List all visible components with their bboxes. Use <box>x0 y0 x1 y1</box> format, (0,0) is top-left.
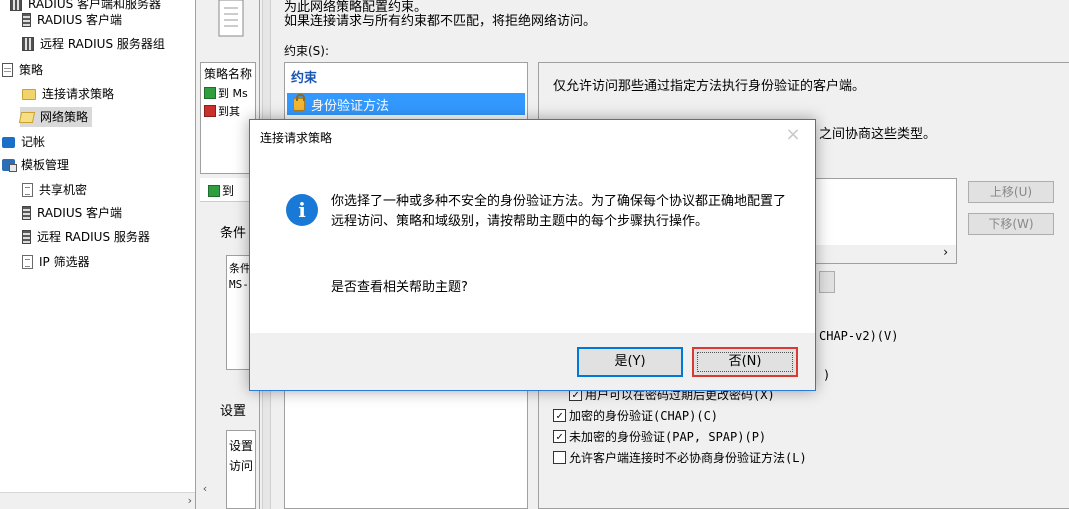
page-description-2: 如果连接请求与所有约束都不匹配，将拒绝网络访问。 <box>284 14 597 29</box>
tree-item-connection-request-policies[interactable]: 连接请求策略 <box>22 84 114 104</box>
no-button[interactable]: 否(N) <box>692 347 798 377</box>
checkbox-label: 加密的身份验证(CHAP)(C) <box>569 409 719 423</box>
chap-v2-fragment: CHAP-v2)(V) <box>819 329 899 343</box>
deny-icon <box>204 105 216 117</box>
checkbox-label: 未加密的身份验证(PAP, SPAP)(P) <box>569 430 767 444</box>
checkbox-label: 允许客户端连接时不必协商身份验证方法(L) <box>569 451 807 465</box>
constraints-label: 约束(S): <box>284 44 330 58</box>
folder-icon <box>22 88 36 100</box>
settings-header: 设置 <box>229 439 254 453</box>
settings-section-label: 设置 <box>220 404 247 419</box>
info-icon: i <box>286 194 318 226</box>
warning-dialog: 连接请求策略 × i 你选择了一种或多种不安全的身份验证方法。为了确保每个协议都… <box>249 119 816 391</box>
detail-description-2: 之间协商这些类型。 <box>819 127 937 142</box>
tree-item-template-remote-radius[interactable]: 远程 RADIUS 服务器 <box>22 227 150 247</box>
dialog-question: 是否查看相关帮助主题? <box>331 280 468 295</box>
tree-item-radius-clients[interactable]: RADIUS 客户端 <box>22 10 122 30</box>
tree-item-label: 记帐 <box>21 135 46 149</box>
tree-item-label: IP 筛选器 <box>39 255 90 269</box>
server-icon <box>22 206 31 220</box>
detail-description: 仅允许访问那些通过指定方法执行身份验证的客户端。 <box>553 79 866 94</box>
close-icon[interactable]: × <box>783 124 803 145</box>
tree-item-label: 远程 RADIUS 服务器 <box>37 230 150 244</box>
dialog-title: 连接请求策略 <box>260 131 333 145</box>
eap-action-button[interactable] <box>819 271 835 293</box>
pap-checkbox[interactable]: ✓ 未加密的身份验证(PAP, SPAP)(P) <box>553 428 766 445</box>
server-icon <box>22 13 31 27</box>
paren-fragment: ) <box>823 368 831 382</box>
checkbox-unchecked[interactable] <box>553 451 566 464</box>
tree-item-label: 连接请求策略 <box>42 87 115 101</box>
checkbox-checked[interactable]: ✓ <box>553 430 566 443</box>
conditions-section-label: 条件 <box>220 226 247 241</box>
policy-detail-title-label: 到 <box>222 184 235 198</box>
grant-icon <box>208 184 220 197</box>
settings-box: 设置 访问 <box>226 430 256 509</box>
tree-item-label: RADIUS 客户端 <box>37 13 123 27</box>
server-icon <box>22 230 31 244</box>
tree-item-template-management[interactable]: 模板管理 <box>2 155 69 175</box>
policy-list-header[interactable]: 策略名称 <box>204 65 252 82</box>
doc-icon <box>22 183 33 197</box>
policy-row-label: 到 Ms <box>218 87 248 100</box>
constraint-item-auth-methods[interactable]: 身份验证方法 <box>287 93 525 115</box>
policy-row[interactable]: 到其 <box>204 103 240 119</box>
policy-detail-title: 到 <box>200 178 256 202</box>
chevron-left-icon[interactable]: ‹ <box>196 480 214 497</box>
tree-item-label: 策略 <box>19 63 44 77</box>
server-group-icon <box>22 37 34 51</box>
properties-doc-icon <box>218 0 244 37</box>
tree-item-label: RADIUS 客户端 <box>37 206 123 220</box>
chap-checkbox[interactable]: ✓ 加密的身份验证(CHAP)(C) <box>553 407 718 424</box>
move-down-button[interactable]: 下移(W) <box>968 213 1054 235</box>
dialog-message: 你选择了一种或多种不安全的身份验证方法。为了确保每个协议都正确地配置了远程访问、… <box>331 194 787 229</box>
tree-item-label: 共享机密 <box>39 183 88 197</box>
template-icon <box>2 159 17 172</box>
folder-open-icon <box>18 111 36 123</box>
checkbox-checked[interactable]: ✓ <box>553 409 566 422</box>
tree-item-network-policies[interactable]: 网络策略 <box>18 107 93 127</box>
tree-item-policies[interactable]: 策略 <box>2 60 43 80</box>
tree-item-accounting[interactable]: 记帐 <box>2 132 45 152</box>
tree-item-remote-radius-groups[interactable]: 远程 RADIUS 服务器组 <box>22 34 165 54</box>
tree-item-shared-secrets[interactable]: 共享机密 <box>22 180 87 200</box>
move-up-button[interactable]: 上移(U) <box>968 181 1054 203</box>
no-negotiation-checkbox[interactable]: 允许客户端连接时不必协商身份验证方法(L) <box>553 449 807 466</box>
constraints-list-header: 约束 <box>291 71 318 86</box>
tree-horizontal-scrollbar[interactable]: › <box>0 492 195 509</box>
policy-row[interactable]: 到 Ms <box>204 85 248 101</box>
chevron-right-icon[interactable]: › <box>943 245 948 259</box>
tree-item-ip-filters[interactable]: IP 筛选器 <box>22 252 90 272</box>
constraint-item-label: 身份验证方法 <box>311 98 390 114</box>
tree-item-label: 远程 RADIUS 服务器组 <box>40 37 165 51</box>
accounting-icon <box>2 136 15 148</box>
group-icon <box>10 0 22 11</box>
navigation-tree: RADIUS 客户端和服务器 RADIUS 客户端 远程 RADIUS 服务器组… <box>0 0 196 509</box>
tree-item-label: 模板管理 <box>21 158 70 172</box>
policy-list[interactable]: 策略名称 到 Ms 到其 <box>200 62 256 174</box>
tree-item-template-radius-clients[interactable]: RADIUS 客户端 <box>22 203 122 223</box>
chevron-right-icon[interactable]: › <box>188 494 192 507</box>
lock-icon <box>293 93 305 111</box>
settings-value: 访问 <box>229 459 254 473</box>
policy-row-label: 到其 <box>218 105 240 118</box>
tree-item-label: 网络策略 <box>40 110 89 124</box>
dialog-footer: 是(Y) 否(N) <box>250 333 815 390</box>
doc-icon <box>22 255 33 269</box>
policy-icon <box>2 63 13 77</box>
condition-value: MS- <box>229 278 249 291</box>
conditions-header: 条件 <box>229 262 251 275</box>
grant-icon <box>204 87 216 99</box>
yes-button[interactable]: 是(Y) <box>577 347 683 377</box>
